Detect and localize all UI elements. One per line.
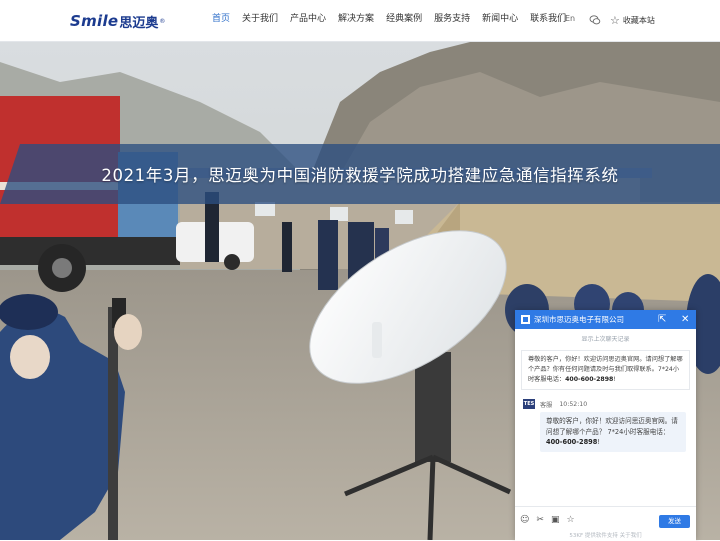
folder-icon[interactable]: ▣ bbox=[551, 515, 560, 525]
scissors-icon[interactable]: ✂ bbox=[536, 515, 544, 525]
star-outline-icon: ☆ bbox=[610, 13, 620, 27]
top-navigation: Smile 思迈奥 ® 首页 关于我们 产品中心 解决方案 经典案例 服务支持 … bbox=[0, 0, 720, 42]
chat-toolbar: ☺ ✂ ▣ ☆ bbox=[520, 515, 582, 525]
chat-input-area[interactable]: ☺ ✂ ▣ ☆ 发送 53KF 提供软件支持 关于我们 bbox=[515, 506, 696, 541]
show-history-link[interactable]: 显示上次聊天记录 bbox=[515, 334, 696, 343]
agent-name: 客服 bbox=[540, 401, 553, 409]
nav-contact[interactable]: 联系我们 bbox=[530, 0, 566, 41]
logo-brand-text: Smile bbox=[70, 12, 119, 30]
logo-chinese-text: 思迈奥 bbox=[119, 15, 159, 31]
smile-logo[interactable]: Smile 思迈奥 ® bbox=[70, 11, 165, 31]
history-phone: 400-600-2898 bbox=[565, 376, 614, 383]
language-switch[interactable]: En bbox=[565, 0, 575, 41]
chat-company-name: 深圳市思迈奥电子有限公司 bbox=[534, 315, 624, 324]
popout-icon[interactable]: ⇱ bbox=[658, 313, 666, 326]
agent-info: TES 客服 10:52:10 bbox=[523, 399, 696, 409]
message-time: 10:52:10 bbox=[559, 400, 588, 408]
live-chat-window: 深圳市思迈奥电子有限公司 ⇱ ✕ 显示上次聊天记录 尊敬的客户，你好！欢迎访问思… bbox=[515, 310, 696, 541]
close-icon[interactable]: ✕ bbox=[681, 313, 689, 326]
nav-cases[interactable]: 经典案例 bbox=[386, 0, 422, 41]
agent-message-text: 尊敬的客户，你好！欢迎访问思迈奥官网。请问想了解哪个产品？ 7*24小时客服电话… bbox=[546, 417, 678, 436]
main-nav: 首页 关于我们 产品中心 解决方案 经典案例 服务支持 新闻中心 联系我们 bbox=[212, 0, 578, 41]
nav-about[interactable]: 关于我们 bbox=[242, 0, 278, 41]
smiley-icon[interactable]: ☺ bbox=[520, 515, 529, 525]
registered-mark: ® bbox=[159, 17, 166, 25]
favorite-label: 收藏本站 bbox=[622, 15, 655, 25]
star-icon[interactable]: ☆ bbox=[566, 515, 574, 525]
history-message: 尊敬的客户，你好！欢迎访问思迈奥官网。请问想了解哪个产品？你有任何问题请及时与我… bbox=[521, 350, 690, 390]
agent-avatar: TES bbox=[523, 399, 535, 409]
wechat-icon[interactable] bbox=[589, 14, 601, 26]
agent-message: 尊敬的客户，你好！欢迎访问思迈奥官网。请问想了解哪个产品？ 7*24小时客服电话… bbox=[540, 412, 686, 452]
hero-headline: 2021年3月，思迈奥为中国消防救援学院成功搭建应急通信指挥系统 bbox=[101, 166, 619, 185]
nav-solutions[interactable]: 解决方案 bbox=[338, 0, 374, 41]
agent-phone: 400-600-2898 bbox=[546, 438, 598, 446]
add-favorite-button[interactable]: ☆ 收藏本站 bbox=[610, 0, 655, 41]
send-button[interactable]: 发送 bbox=[659, 515, 690, 528]
company-logo-icon bbox=[521, 315, 530, 324]
chat-header: 深圳市思迈奥电子有限公司 ⇱ ✕ bbox=[515, 310, 696, 329]
nav-support[interactable]: 服务支持 bbox=[434, 0, 470, 41]
powered-by-text: 53KF 提供软件支持 关于我们 bbox=[569, 533, 642, 539]
nav-news[interactable]: 新闻中心 bbox=[482, 0, 518, 41]
nav-home[interactable]: 首页 bbox=[212, 0, 230, 41]
nav-products[interactable]: 产品中心 bbox=[290, 0, 326, 41]
